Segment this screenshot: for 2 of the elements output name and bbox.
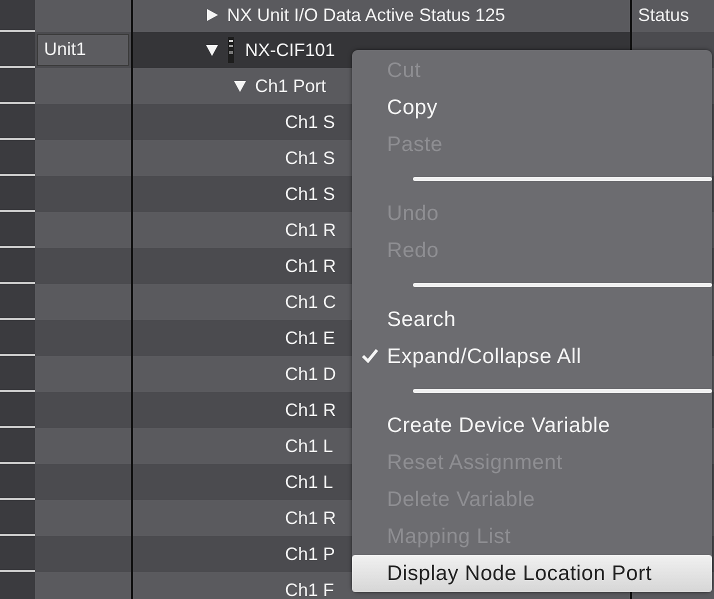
unit-cell: Unit1 [37,34,129,66]
column-header: Status [638,4,690,26]
